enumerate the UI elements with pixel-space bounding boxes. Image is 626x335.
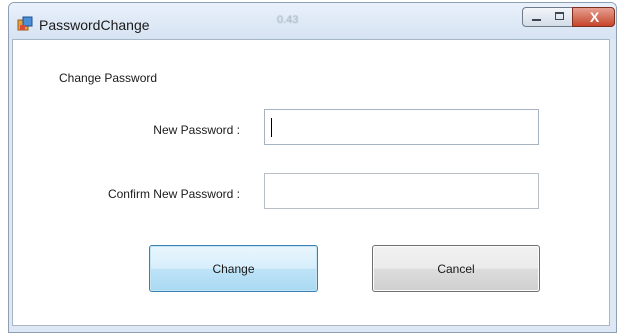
change-button[interactable]: Change: [149, 245, 318, 292]
window-title: PasswordChange: [39, 17, 150, 33]
form-client-area: Change Password New Password : Confirm N…: [12, 39, 610, 326]
close-button[interactable]: X: [572, 7, 615, 27]
confirm-password-input[interactable]: [264, 173, 539, 209]
close-icon: X: [589, 9, 600, 25]
title-ghost-text: 0.43: [277, 14, 299, 26]
section-title: Change Password: [59, 71, 158, 85]
app-icon: [17, 16, 33, 31]
maximize-icon: [555, 12, 564, 20]
confirm-password-label: Confirm New Password :: [107, 187, 240, 201]
cancel-button[interactable]: Cancel: [372, 245, 540, 292]
title-bar[interactable]: PasswordChange 0.43 X: [9, 3, 616, 39]
text-caret: [271, 118, 272, 137]
password-change-window: PasswordChange 0.43 X Change Password Ne…: [8, 2, 617, 333]
maximize-button[interactable]: [548, 7, 573, 27]
minimize-icon: [532, 19, 541, 21]
new-password-label: New Password :: [153, 123, 240, 137]
minimize-button[interactable]: [522, 7, 549, 27]
new-password-input[interactable]: [264, 109, 539, 145]
